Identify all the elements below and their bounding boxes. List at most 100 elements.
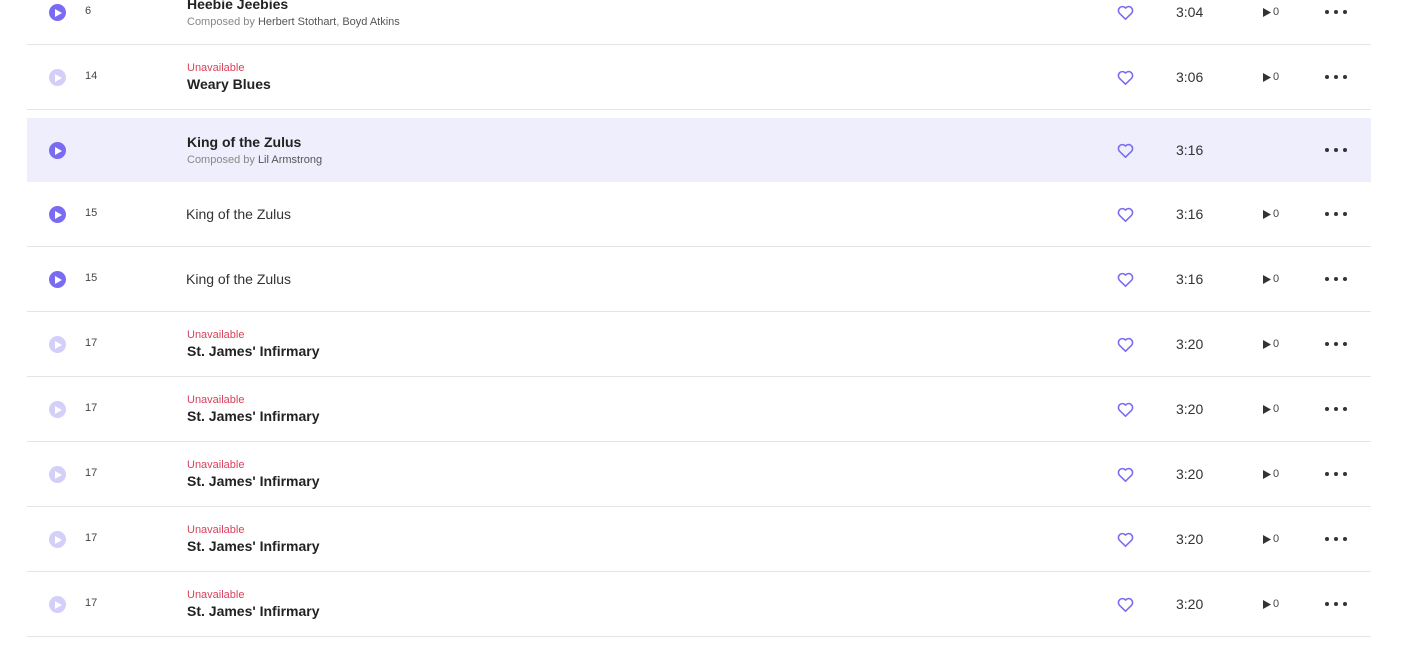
track-duration: 3:20 (1176, 466, 1204, 482)
track-list: 6 Heebie Jeebies Composed by Herbert Sto… (27, 0, 1371, 637)
composed-by-label: Composed by (187, 15, 258, 28)
track-title[interactable]: St. James' Infirmary (187, 537, 320, 555)
play-count-value: 0 (1273, 403, 1280, 415)
like-button[interactable] (1116, 3, 1135, 22)
more-options-button[interactable] (1325, 277, 1347, 282)
composer-line: Composed by Lil Armstrong (187, 152, 322, 168)
play-button[interactable] (49, 69, 66, 86)
like-button[interactable] (1116, 465, 1135, 484)
track-info: Unavailable St. James' Infirmary (187, 312, 320, 376)
play-icon (55, 600, 62, 609)
composer-link[interactable]: Boyd Atkins (342, 16, 399, 28)
play-button[interactable] (49, 206, 66, 223)
track-number: 15 (85, 272, 98, 284)
track-title[interactable]: King of the Zulus (186, 270, 291, 288)
play-icon (55, 8, 62, 17)
unavailable-label: Unavailable (187, 459, 245, 471)
play-button[interactable] (49, 401, 66, 418)
play-count-icon (1263, 599, 1271, 609)
track-title[interactable]: St. James' Infirmary (187, 472, 320, 490)
play-button[interactable] (49, 531, 66, 548)
more-dots-icon (1325, 212, 1329, 216)
play-button[interactable] (49, 142, 66, 159)
track-title[interactable]: King of the Zulus (187, 133, 322, 151)
track-duration: 3:20 (1176, 336, 1204, 352)
play-button[interactable] (49, 336, 66, 353)
play-count: 0 (1263, 468, 1279, 480)
track-title[interactable]: King of the Zulus (186, 205, 291, 223)
composer-link[interactable]: Lil Armstrong (258, 154, 322, 166)
like-button[interactable] (1116, 530, 1135, 549)
play-icon (55, 535, 62, 544)
play-count-icon (1263, 404, 1271, 414)
more-options-button[interactable] (1325, 212, 1347, 217)
play-count: 0 (1263, 598, 1279, 610)
like-button[interactable] (1116, 141, 1135, 160)
track-duration: 3:06 (1176, 69, 1204, 85)
more-dots-icon (1325, 10, 1329, 14)
track-row: 15 King of the Zulus 3:16 0 (27, 182, 1371, 247)
track-number: 17 (85, 402, 98, 414)
heart-icon (1117, 207, 1134, 223)
heart-icon (1117, 70, 1134, 86)
more-options-button[interactable] (1325, 407, 1347, 412)
play-count: 0 (1263, 273, 1279, 285)
track-title[interactable]: St. James' Infirmary (187, 407, 320, 425)
like-button[interactable] (1116, 335, 1135, 354)
composer-link[interactable]: Herbert Stothart (258, 16, 336, 28)
track-number: 17 (85, 597, 98, 609)
play-count-icon (1263, 7, 1271, 17)
heart-icon (1117, 597, 1134, 613)
track-title[interactable]: St. James' Infirmary (187, 602, 320, 620)
track-row: 17 Unavailable St. James' Infirmary 3:20… (27, 507, 1371, 572)
more-dots-icon (1325, 407, 1329, 411)
play-button[interactable] (49, 4, 66, 21)
track-row-highlighted: King of the Zulus Composed by Lil Armstr… (27, 118, 1371, 182)
play-button[interactable] (49, 271, 66, 288)
track-number: 17 (85, 467, 98, 479)
heart-icon (1117, 402, 1134, 418)
track-info: Unavailable St. James' Infirmary (187, 507, 320, 571)
more-options-button[interactable] (1325, 148, 1347, 153)
more-dots-icon (1325, 472, 1329, 476)
more-dots-icon (1325, 537, 1329, 541)
more-dots-icon (1325, 148, 1329, 152)
play-icon (55, 73, 62, 82)
more-options-button[interactable] (1325, 472, 1347, 477)
track-title[interactable]: Weary Blues (187, 75, 271, 93)
unavailable-label: Unavailable (187, 329, 245, 341)
track-duration: 3:20 (1176, 596, 1204, 612)
track-row: 14 Unavailable Weary Blues 3:06 0 (27, 45, 1371, 110)
track-info: King of the Zulus (186, 247, 291, 311)
play-button[interactable] (49, 466, 66, 483)
track-duration: 3:04 (1176, 4, 1204, 20)
composer-line: Composed by Herbert Stothart, Boyd Atkin… (187, 14, 400, 30)
more-options-button[interactable] (1325, 602, 1347, 607)
play-count: 0 (1263, 533, 1279, 545)
more-options-button[interactable] (1325, 537, 1347, 542)
track-number: 15 (85, 207, 98, 219)
track-title[interactable]: St. James' Infirmary (187, 342, 320, 360)
more-dots-icon (1325, 75, 1329, 79)
play-count: 0 (1263, 208, 1279, 220)
unavailable-label: Unavailable (187, 62, 245, 74)
like-button[interactable] (1116, 270, 1135, 289)
play-count-value: 0 (1273, 273, 1280, 285)
play-count-value: 0 (1273, 468, 1280, 480)
track-title[interactable]: Heebie Jeebies (187, 0, 400, 13)
track-row: 17 Unavailable St. James' Infirmary 3:20… (27, 312, 1371, 377)
more-options-button[interactable] (1325, 75, 1347, 80)
like-button[interactable] (1116, 595, 1135, 614)
like-button[interactable] (1116, 205, 1135, 224)
play-button[interactable] (49, 596, 66, 613)
like-button[interactable] (1116, 68, 1135, 87)
play-count-value: 0 (1273, 338, 1280, 350)
more-options-button[interactable] (1325, 342, 1347, 347)
like-button[interactable] (1116, 400, 1135, 419)
track-row: 6 Heebie Jeebies Composed by Herbert Sto… (27, 0, 1371, 45)
track-row: 15 King of the Zulus 3:16 0 (27, 247, 1371, 312)
play-count-icon (1263, 534, 1271, 544)
track-info: King of the Zulus Composed by Lil Armstr… (187, 118, 322, 182)
track-number: 17 (85, 337, 98, 349)
more-options-button[interactable] (1325, 10, 1347, 15)
